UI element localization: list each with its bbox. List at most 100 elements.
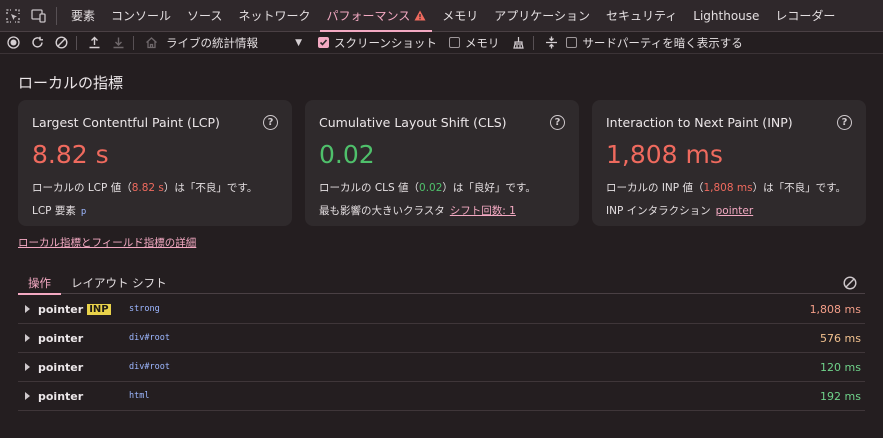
collapse-vertical-icon[interactable] xyxy=(540,32,562,54)
device-toolbar-icon[interactable] xyxy=(26,0,52,32)
metric-detail: INP インタラクション pointer xyxy=(606,203,753,218)
tab-label: パフォーマンス xyxy=(326,9,411,23)
detail-link[interactable]: シフト回数: 1 xyxy=(450,205,516,217)
help-icon[interactable]: ? xyxy=(263,115,278,130)
desc-prefix: ローカルの CLS 値（ xyxy=(319,182,420,194)
interaction-node[interactable]: html xyxy=(129,391,149,401)
tab-9[interactable]: レコーダー xyxy=(767,0,843,32)
chevron-down-icon: ▼ xyxy=(295,37,302,48)
metric-description: ローカルの LCP 値（8.82 s）は「不良」です。 xyxy=(32,180,257,195)
metric-value: 0.02 xyxy=(319,140,375,169)
tab-label: アプリケーション xyxy=(494,9,590,23)
detail-label: LCP 要素 xyxy=(32,205,76,217)
tab-3[interactable]: ネットワーク xyxy=(230,0,318,32)
toolbar-separator xyxy=(133,35,134,50)
help-icon[interactable]: ? xyxy=(550,115,565,130)
devtools-tab-bar: 要素 コンソール ソース ネットワーク パフォーマンス メモリ アプリケーション セキュリティ… xyxy=(0,0,883,32)
metric-detail: 最も影響の大きいクラスタ シフト回数: 1 xyxy=(319,203,516,218)
home-icon[interactable] xyxy=(140,32,162,54)
expand-triangle-icon[interactable] xyxy=(25,363,30,371)
interaction-node[interactable]: strong xyxy=(129,304,160,314)
tab-label: Lighthouse xyxy=(693,8,760,23)
tab-separator xyxy=(56,6,57,25)
interaction-node[interactable]: div#root xyxy=(129,362,170,372)
interaction-duration: 576 ms xyxy=(820,331,861,345)
interaction-name: pointer xyxy=(38,302,84,316)
interactions-list: pointer INP strong 1,808 ms pointer div#root 5… xyxy=(18,295,865,411)
expand-triangle-icon[interactable] xyxy=(25,305,30,313)
tab-6[interactable]: アプリケーション xyxy=(486,0,598,32)
subtab-1[interactable]: レイアウト シフト xyxy=(61,272,177,294)
lcp-element-node[interactable]: p xyxy=(81,207,86,217)
metric-detail: LCP 要素 p xyxy=(32,203,86,218)
help-icon[interactable]: ? xyxy=(837,115,852,130)
interaction-duration: 192 ms xyxy=(820,389,861,403)
upload-icon[interactable] xyxy=(83,32,105,54)
tab-label: メモリ xyxy=(442,9,479,23)
record-icon[interactable] xyxy=(2,32,24,54)
recording-select-value: ライブの統計情報 xyxy=(166,35,258,50)
live-metrics-panel: ローカルの指標 Largest Contentful Paint (LCP)? 8… xyxy=(0,55,883,438)
tab-2[interactable]: ソース xyxy=(179,0,230,32)
tab-4[interactable]: パフォーマンス xyxy=(318,0,434,32)
toolbar-separator xyxy=(533,35,535,50)
tab-7[interactable]: セキュリティ xyxy=(598,0,685,32)
tab-list: 要素 コンソール ソース ネットワーク パフォーマンス メモリ アプリケーション セキュリティ… xyxy=(63,0,843,32)
tab-5[interactable]: メモリ xyxy=(434,0,486,32)
metric-description: ローカルの INP 値（1,808 ms）は「不良」です。 xyxy=(606,180,846,195)
memory-checkbox[interactable]: メモリ xyxy=(448,35,499,51)
tab-label: レコーダー xyxy=(775,9,836,23)
interaction-row[interactable]: pointer div#root 120 ms xyxy=(18,353,865,382)
detail-label: INP インタラクション xyxy=(606,205,711,217)
metric-card: Cumulative Layout Shift (CLS)? 0.02 ローカルの … xyxy=(305,100,579,226)
reload-icon[interactable] xyxy=(26,32,48,54)
detail-label: 最も影響の大きいクラスタ xyxy=(319,205,445,217)
subtab-0[interactable]: 操作 xyxy=(18,272,61,295)
download-icon[interactable] xyxy=(107,32,129,54)
interaction-subtabs: 操作 レイアウト シフト xyxy=(18,272,865,295)
tab-label: セキュリティ xyxy=(606,9,678,23)
page-title: ローカルの指標 xyxy=(18,74,124,92)
inspect-element-icon[interactable] xyxy=(0,0,26,32)
interaction-row[interactable]: pointer INP strong 1,808 ms xyxy=(18,295,865,324)
interaction-name: pointer xyxy=(38,360,84,374)
dim-third-party-checkbox[interactable]: サードパーティを暗く表示する xyxy=(566,35,743,51)
tab-label: 要素 xyxy=(71,9,96,23)
metric-value: 1,808 ms xyxy=(606,140,723,169)
tab-0[interactable]: 要素 xyxy=(63,0,103,32)
metric-value: 8.82 s xyxy=(32,140,109,169)
tab-label: ネットワーク xyxy=(238,9,311,23)
interaction-duration: 1,808 ms xyxy=(809,302,861,316)
details-link[interactable]: ローカル指標とフィールド指標の詳細 xyxy=(18,235,196,250)
screenshot-label: スクリーンショット xyxy=(334,35,437,50)
recording-select[interactable]: ライブの統計情報 ▼ xyxy=(162,32,308,54)
interaction-duration: 120 ms xyxy=(820,360,861,374)
desc-value: 8.82 s xyxy=(131,182,164,194)
checkbox-unchecked-icon xyxy=(448,37,460,48)
interaction-name: pointer xyxy=(38,389,84,403)
warning-icon xyxy=(414,10,426,21)
screenshot-checkbox[interactable]: スクリーンショット xyxy=(318,35,437,51)
interaction-row[interactable]: pointer div#root 576 ms xyxy=(18,324,865,353)
detail-link[interactable]: pointer xyxy=(716,205,754,217)
performance-toolbar: ライブの統計情報 ▼ スクリーンショット メモリ サードパーティを暗く表示する xyxy=(0,32,883,54)
dim-third-party-label: サードパーティを暗く表示する xyxy=(582,35,743,50)
clear-icon[interactable] xyxy=(50,32,72,54)
metric-title: Largest Contentful Paint (LCP) xyxy=(32,115,220,130)
interaction-node[interactable]: div#root xyxy=(129,333,170,343)
toolbar-separator xyxy=(76,35,77,50)
metric-card: Interaction to Next Paint (INP)? 1,808 ms… xyxy=(592,100,866,226)
desc-suffix: ）は「不良」です。 xyxy=(163,182,258,194)
clear-interactions-icon[interactable] xyxy=(843,276,857,290)
inp-badge: INP xyxy=(87,303,111,315)
broom-icon[interactable] xyxy=(507,32,529,54)
tab-8[interactable]: Lighthouse xyxy=(685,0,767,32)
expand-triangle-icon[interactable] xyxy=(25,392,30,400)
tab-label: コンソール xyxy=(111,9,172,23)
interaction-row[interactable]: pointer html 192 ms xyxy=(18,382,865,411)
tab-1[interactable]: コンソール xyxy=(103,0,179,32)
expand-triangle-icon[interactable] xyxy=(25,334,30,342)
subtab-list: 操作 レイアウト シフト xyxy=(18,272,177,295)
desc-suffix: ）は「良好」です。 xyxy=(442,182,536,194)
tab-label: ソース xyxy=(187,9,223,23)
